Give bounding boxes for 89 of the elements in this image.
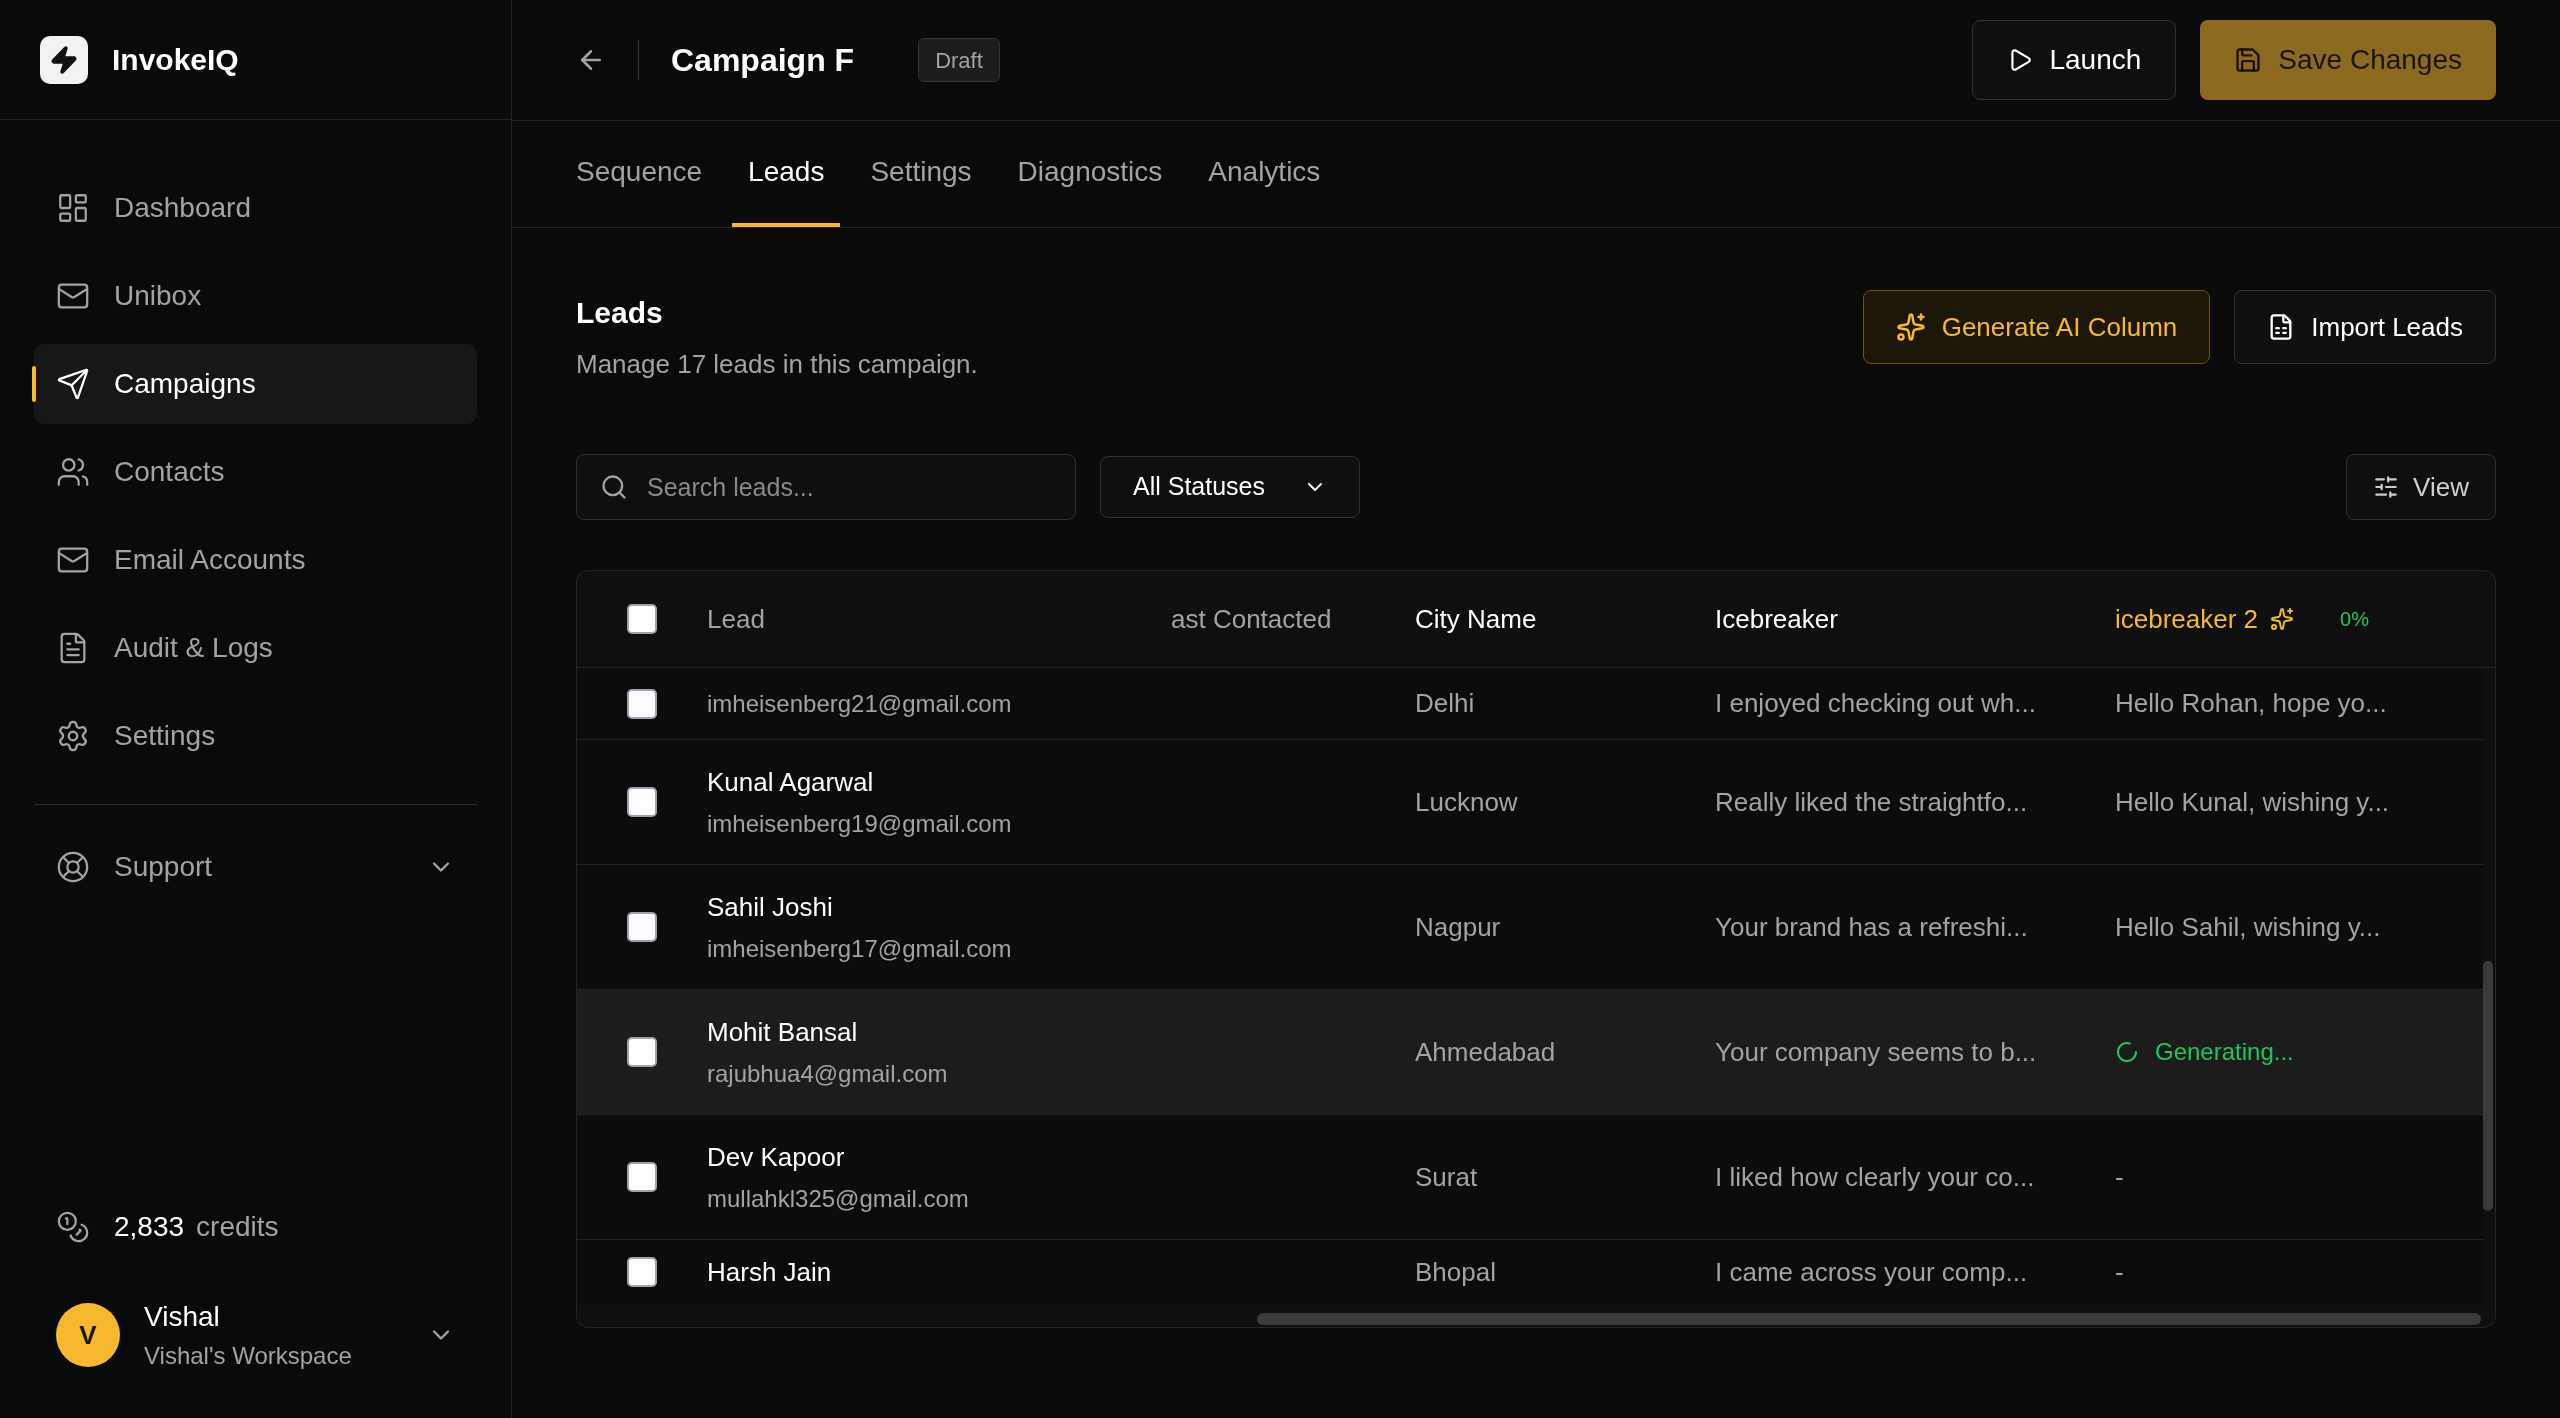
- lead-email: rajubhua4@gmail.com: [707, 1058, 949, 1089]
- icebreaker-cell-text: I came across your comp...: [1715, 1255, 2029, 1289]
- sparkles-icon: [1895, 312, 1926, 342]
- search-field[interactable]: Search leads...: [576, 454, 1076, 520]
- nav-item[interactable]: Audit & Logs: [34, 608, 477, 688]
- coins-icon: [56, 1210, 90, 1244]
- view-button[interactable]: View: [2346, 454, 2496, 520]
- launch-button[interactable]: Launch: [1972, 20, 2177, 100]
- nav-item[interactable]: Dashboard: [34, 168, 477, 248]
- save-button[interactable]: Save Changes: [2200, 20, 2496, 100]
- column-header: Icebreaker: [1715, 602, 1839, 636]
- logo-icon: [40, 35, 88, 84]
- row-checkbox[interactable]: [627, 912, 657, 942]
- generating-status: Generating...: [2155, 1037, 2294, 1067]
- user-menu[interactable]: V Vishal Vishal's Workspace: [34, 1296, 477, 1374]
- spinner-icon: [2115, 1040, 2139, 1064]
- ai-cell-text: Hello Kunal, wishing y...: [2115, 785, 2390, 819]
- lead-email: imheisenberg21@gmail.com: [707, 688, 1013, 719]
- save-icon: [2234, 46, 2263, 74]
- search-icon: [600, 473, 628, 501]
- icebreaker-cell-text: Your company seems to b...: [1715, 1035, 2038, 1069]
- lead-name: Kunal Agarwal: [707, 765, 875, 799]
- city-cell-text: Lucknow: [1415, 785, 1519, 819]
- row-checkbox[interactable]: [627, 1162, 657, 1192]
- horizontal-scrollbar[interactable]: [1257, 1313, 2481, 1325]
- column-header: ast Contacted: [1171, 602, 1333, 636]
- section-subtitle: Manage 17 leads in this campaign.: [576, 348, 978, 381]
- section-title: Leads: [576, 295, 664, 331]
- column-header: Lead: [707, 602, 766, 636]
- sparkles-icon: [2270, 607, 2295, 631]
- tab[interactable]: Sequence: [560, 121, 719, 227]
- nav-item[interactable]: Settings: [34, 696, 477, 776]
- icebreaker-cell-text: Your brand has a refreshi...: [1715, 910, 2029, 944]
- ai-cell-text: Hello Sahil, wishing y...: [2115, 910, 2381, 944]
- nav-icon: [56, 191, 90, 225]
- lifebuoy-icon: [56, 850, 90, 884]
- status-dropdown[interactable]: All Statuses: [1100, 456, 1360, 518]
- column-header: City Name: [1415, 602, 1538, 636]
- city-cell-text: Nagpur: [1415, 910, 1502, 944]
- lead-email: imheisenberg19@gmail.com: [707, 808, 1013, 839]
- tab[interactable]: Diagnostics: [1001, 121, 1179, 227]
- ai-cell-text: Hello Rohan, hope yo...: [2115, 687, 2387, 720]
- lead-name: Mohit Bansal: [707, 1015, 859, 1049]
- nav-icon: [56, 719, 90, 753]
- active-indicator: [32, 366, 36, 402]
- row-checkbox[interactable]: [627, 1037, 657, 1067]
- vertical-scrollbar[interactable]: [2483, 961, 2493, 1211]
- app-name: InvokeIQ: [112, 42, 239, 78]
- empty-cell-text: -: [2115, 1160, 2124, 1194]
- ai-column-header: icebreaker 2: [2115, 602, 2259, 636]
- tab[interactable]: Analytics: [1192, 121, 1337, 227]
- lead-name: Harsh Jain: [707, 1255, 833, 1289]
- row-checkbox[interactable]: [627, 688, 657, 719]
- icebreaker-cell-text: Really liked the straightfo...: [1715, 785, 2029, 819]
- nav-item[interactable]: Unibox: [34, 256, 477, 336]
- support-item[interactable]: Support: [34, 833, 477, 901]
- nav-item[interactable]: Campaigns: [34, 344, 477, 424]
- row-checkbox[interactable]: [627, 787, 657, 817]
- nav-icon: [56, 367, 90, 401]
- row-checkbox[interactable]: [627, 1257, 657, 1287]
- nav-icon: [56, 455, 90, 489]
- icebreaker-cell-text: I enjoyed checking out wh...: [1715, 687, 2037, 720]
- campaign-title: Campaign F: [671, 41, 855, 80]
- credits-label: credits: [196, 1210, 279, 1244]
- sliders-icon: [2373, 474, 2400, 500]
- city-cell-text: Bhopal: [1415, 1255, 1497, 1289]
- import-leads-button[interactable]: Import Leads: [2234, 290, 2496, 364]
- icebreaker-cell-text: I liked how clearly your co...: [1715, 1160, 2036, 1194]
- lead-email: imheisenberg17@gmail.com: [707, 933, 1013, 964]
- nav-item[interactable]: Contacts: [34, 432, 477, 512]
- user-name: Vishal: [144, 1300, 221, 1334]
- lead-name: Dev Kapoor: [707, 1140, 846, 1174]
- tab[interactable]: Settings: [854, 121, 988, 227]
- city-cell-text: Delhi: [1415, 687, 1476, 720]
- empty-cell-text: -: [2115, 1255, 2124, 1289]
- tab[interactable]: Leads: [732, 121, 841, 227]
- lead-email: mullahkl325@gmail.com: [707, 1183, 970, 1214]
- city-cell-text: Ahmedabad: [1415, 1035, 1557, 1069]
- row-checkbox[interactable]: [627, 604, 657, 634]
- generate-ai-column-button[interactable]: Generate AI Column: [1862, 290, 2211, 364]
- progress-label: 0%: [2340, 607, 2369, 632]
- table-row[interactable]: Mohit Bansal rajubhua4@gmail.com Ahmedabad Your company seems to b... Generating...: [577, 990, 2483, 1115]
- workspace-name: Vishal's Workspace: [144, 1341, 353, 1371]
- status-badge: Draft: [918, 38, 1000, 82]
- nav-item[interactable]: Email Accounts: [34, 520, 477, 600]
- city-cell-text: Surat: [1415, 1160, 1479, 1194]
- lead-name: Sahil Joshi: [707, 890, 834, 924]
- credits-value: 2,833: [114, 1210, 185, 1244]
- avatar: V: [56, 1303, 120, 1367]
